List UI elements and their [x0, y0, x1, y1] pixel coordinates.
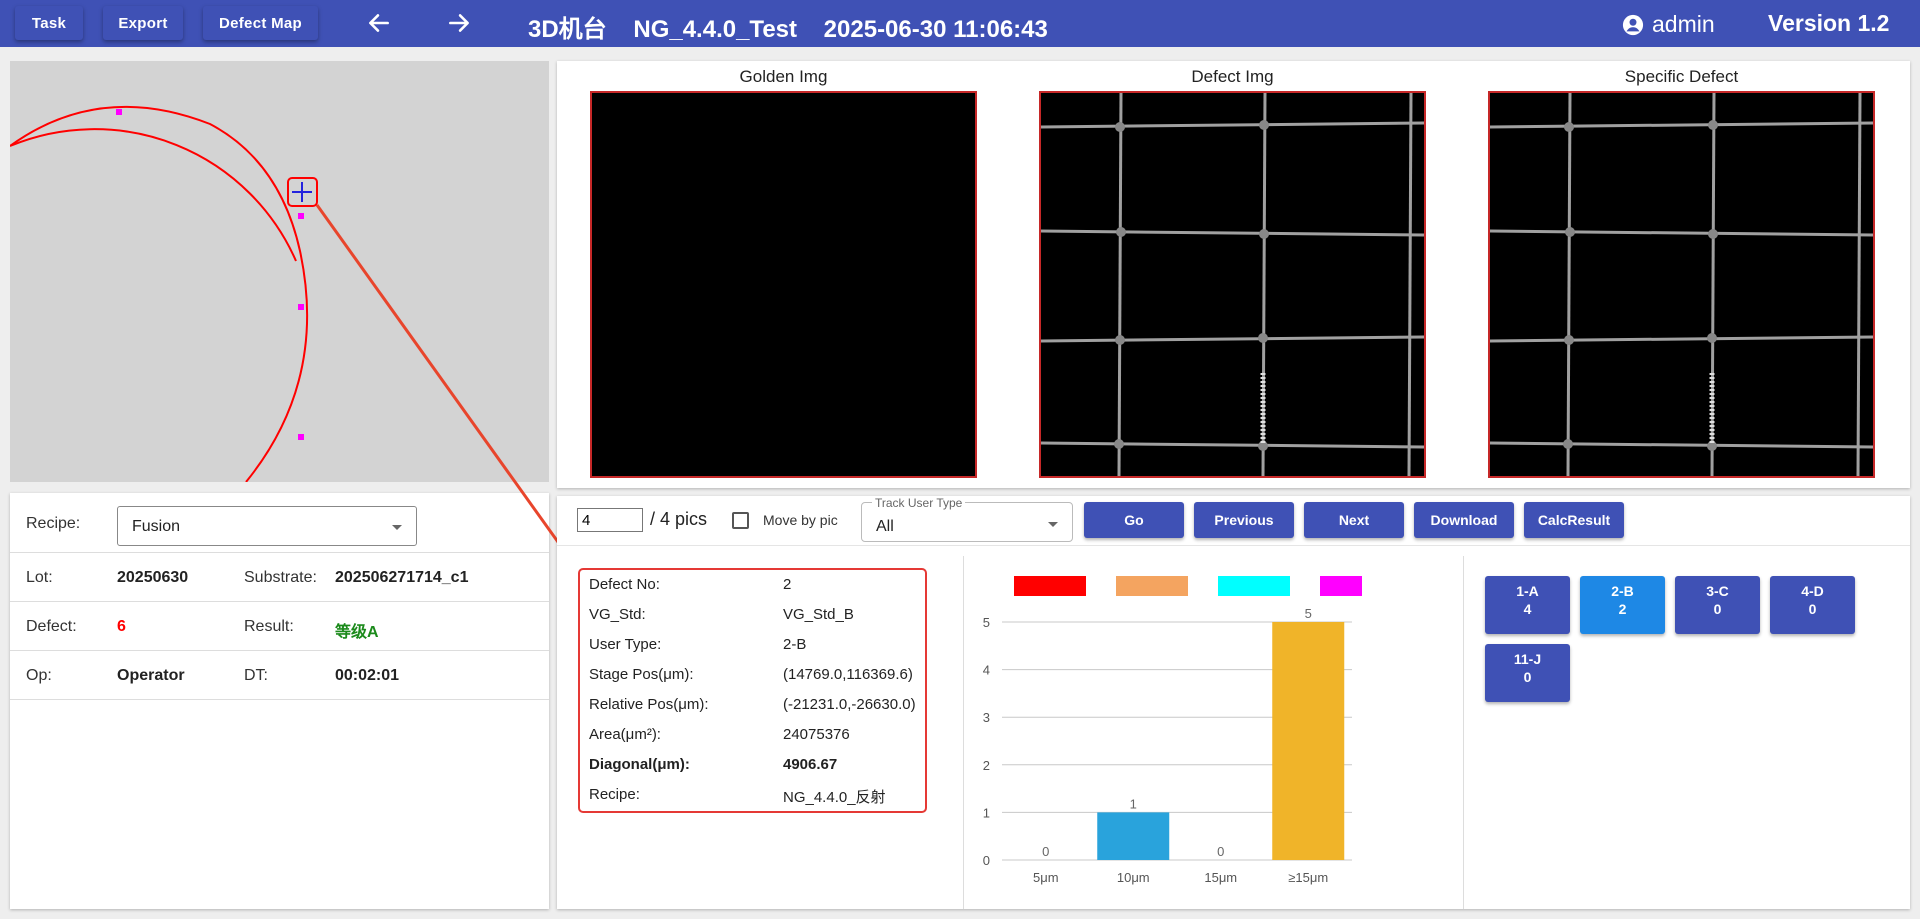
user-type-label: 2-B	[1611, 583, 1634, 599]
user-type-button-3-c[interactable]: 3-C 0	[1675, 576, 1760, 634]
download-button[interactable]: Download	[1414, 502, 1514, 538]
y-tick-label: 0	[983, 853, 990, 868]
user-type-label: 4-D	[1801, 583, 1824, 599]
y-tick-label: 4	[983, 663, 990, 678]
user-type-count: 4	[1523, 601, 1532, 617]
bar	[1272, 622, 1345, 860]
user-type-button-2-b[interactable]: 2-B 2	[1580, 576, 1665, 634]
x-tick-label: 15μm	[1204, 870, 1237, 885]
page-number-input[interactable]	[577, 508, 643, 532]
user-type-label: 11-J	[1513, 651, 1542, 667]
detail-row: VG_Std: VG_Std_B	[589, 606, 854, 623]
legend-swatch	[1218, 576, 1290, 596]
user-type-count: 2	[1618, 601, 1627, 617]
move-by-pic-label: Move by pic	[763, 512, 838, 528]
legend-swatch	[1320, 576, 1362, 596]
total-pics-label: / 4 pics	[650, 509, 708, 529]
user-type-label: 1-A	[1516, 583, 1539, 599]
x-tick-label: ≥15μm	[1288, 870, 1328, 885]
previous-button[interactable]: Previous	[1194, 502, 1294, 538]
track-user-type-select[interactable]: Track User Type All	[861, 496, 1073, 542]
user-type-button-4-d[interactable]: 4-D 0	[1770, 576, 1855, 634]
defect-size-chart: 0 1 2 3 4 5 0 5μm 1 10μm 0 15μm 5 ≥15μm	[983, 576, 1362, 885]
bar-value-label: 0	[1042, 844, 1049, 859]
detail-row: Stage Pos(μm): (14769.0,116369.6)	[589, 666, 913, 683]
calc-result-button[interactable]: CalcResult	[1524, 502, 1624, 538]
bar-value-label: 1	[1130, 796, 1137, 811]
bar-value-label: 5	[1305, 606, 1312, 621]
x-tick-label: 10μm	[1117, 870, 1150, 885]
user-type-count: 0	[1713, 601, 1722, 617]
detail-row: Defect No: 2	[589, 576, 792, 593]
defect-detail-box: Defect No: 2 VG_Std: VG_Std_B User Type: 2-…	[578, 568, 927, 813]
move-by-pic-checkbox[interactable]	[732, 512, 749, 529]
detail-row: Relative Pos(μm): (-21231.0,-26630.0)	[589, 696, 916, 713]
legend-swatch	[1014, 576, 1086, 596]
bar	[1097, 812, 1170, 860]
defect-review-panel: / 4 pics Move by pic Track User Type All…	[557, 496, 1910, 909]
y-tick-label: 1	[983, 805, 990, 820]
y-tick-label: 2	[983, 758, 990, 773]
bar-value-label: 0	[1217, 844, 1224, 859]
go-button[interactable]: Go	[1084, 502, 1184, 538]
detail-row: Recipe: NG_4.4.0_反射	[589, 786, 886, 806]
next-button[interactable]: Next	[1304, 502, 1404, 538]
user-type-button-1-a[interactable]: 1-A 4	[1485, 576, 1570, 634]
legend-swatch	[1116, 576, 1188, 596]
y-tick-label: 5	[983, 615, 990, 630]
detail-row: Diagonal(μm): 4906.67	[589, 756, 838, 773]
detail-row: User Type: 2-B	[589, 636, 807, 653]
user-type-button-11-j[interactable]: 11-J 0	[1485, 644, 1570, 702]
detail-row: Area(μm²): 24075376	[589, 726, 850, 743]
chevron-down-icon	[1048, 522, 1058, 527]
user-type-count: 0	[1523, 669, 1532, 685]
x-tick-label: 5μm	[1033, 870, 1059, 885]
user-type-count: 0	[1808, 601, 1817, 617]
user-type-label: 3-C	[1706, 583, 1729, 599]
y-tick-label: 3	[983, 710, 990, 725]
